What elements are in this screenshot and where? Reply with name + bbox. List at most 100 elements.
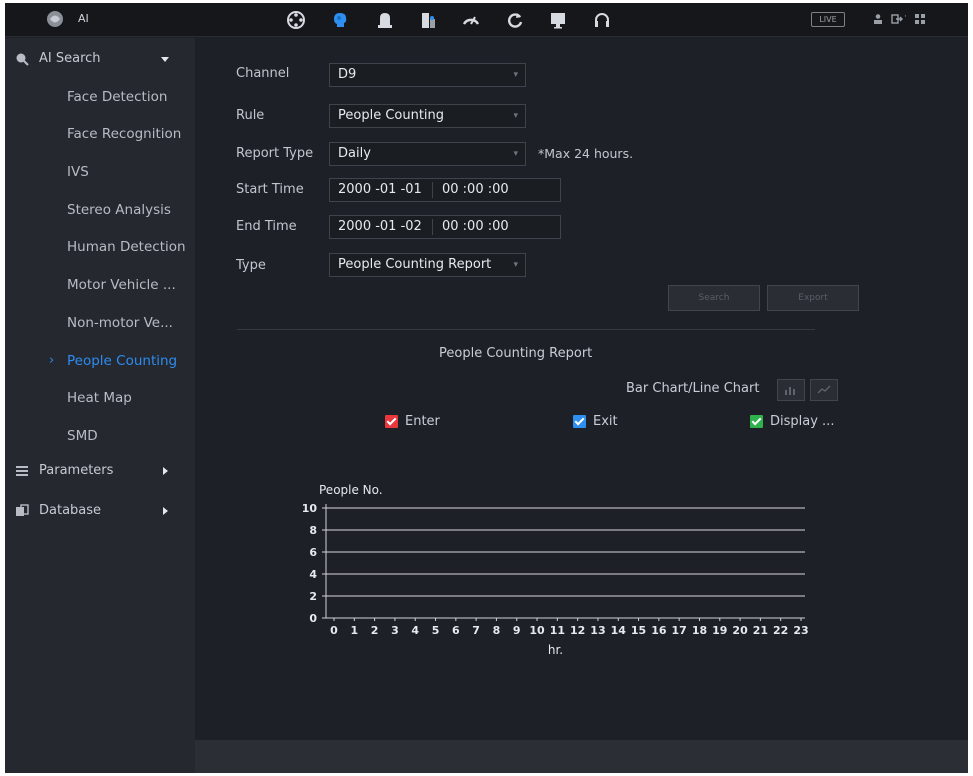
sidebar-item-face-detection[interactable]: Face Detection [5,80,195,116]
start-time-value: 00 :00 :00 [442,182,509,197]
field-separator [432,182,433,198]
field-separator [432,219,433,235]
sidebar-item-label: Non-motor Ve... [67,315,173,331]
type-value: People Counting Report [338,257,492,272]
type-label: Type [236,258,266,273]
legend-exit[interactable]: Exit [573,411,618,431]
x-tick-label: 14 [611,624,627,637]
sidebar-group-ai-search[interactable]: AI Search [5,46,195,72]
live-button[interactable]: LIVE [811,12,845,27]
ai-icon[interactable] [327,7,353,33]
end-time-label: End Time [236,219,297,234]
search-icon[interactable] [415,7,441,33]
account-icon[interactable] [872,13,884,25]
start-date-value: 2000 -01 -01 [338,182,422,197]
channel-value: D9 [338,67,357,82]
ai-logo-icon [47,11,63,27]
y-axis-label: People No. [319,483,383,497]
x-tick-label: 7 [472,624,480,637]
sidebar-group-label: Database [39,503,102,518]
sidebar-group-label: AI Search [39,51,101,66]
x-tick-label: 3 [391,624,399,637]
end-time-input[interactable]: 2000 -01 -02 00 :00 :00 [329,215,561,239]
export-button[interactable]: Export [767,285,859,311]
main-panel: Channel D9 ▾ Rule People Counting ▾ Repo… [195,38,968,738]
report-type-value: Daily [338,146,371,161]
chevron-down-icon: ▾ [513,70,518,80]
sidebar-group-database[interactable]: Database [5,498,195,524]
sidebar-item-motor-vehicle[interactable]: Motor Vehicle ... [5,268,195,304]
sidebar-item-label: People Counting [67,353,178,369]
legend-enter[interactable]: Enter [385,411,440,431]
x-tick-label: 8 [493,624,501,637]
chevron-down-icon: ▾ [513,111,518,121]
report-title: People Counting Report [439,346,593,361]
operation-icon[interactable] [458,7,484,33]
x-tick-label: 0 [330,624,338,637]
backup-icon[interactable] [502,7,528,33]
sidebar-item-smd[interactable]: SMD [5,419,195,455]
x-tick-label: 4 [411,624,419,637]
alarm-icon[interactable] [372,7,398,33]
checkbox-icon [385,414,398,428]
support-icon[interactable] [589,7,615,33]
sidebar-item-label: Human Detection [67,239,186,255]
divider [237,329,815,330]
playback-icon[interactable] [283,7,309,33]
sidebar-item-heat-map[interactable]: Heat Map [5,381,195,417]
x-tick-label: 16 [651,624,667,637]
x-tick-label: 9 [513,624,521,637]
people-counting-chart: People No.02468100 1 2 3 4 5 6 7 8 9 10 11 12 13 14 15 1… [302,483,809,657]
channel-select[interactable]: D9 ▾ [329,63,526,87]
x-tick-label: 22 [773,624,788,637]
sidebar-item-human-detection[interactable]: Human Detection [5,230,195,266]
ai-search-icon [16,53,29,66]
menu-icon[interactable] [914,13,926,25]
checkbox-icon [573,414,586,428]
rule-select[interactable]: People Counting ▾ [329,104,526,128]
x-tick-label: 20 [732,624,748,637]
chart-type-label: Bar Chart/Line Chart [626,381,760,396]
end-time-value: 00 :00 :00 [442,219,509,234]
caret-right-icon [163,467,168,475]
app-title: AI [78,12,89,25]
sidebar-item-ivs[interactable]: IVS [5,155,195,191]
line-chart-button[interactable] [810,379,838,401]
x-tick-label: 21 [753,624,768,637]
search-button[interactable]: Search [668,285,760,311]
legend-display[interactable]: Display ... [750,411,834,431]
report-hint: *Max 24 hours. [538,146,634,161]
x-tick-label: 2 [371,624,379,637]
sidebar: AI Search Face Detection Face Recognitio… [5,38,195,773]
bar-chart-button[interactable] [777,379,805,401]
x-tick-label: 19 [712,624,727,637]
sidebar-item-face-recognition[interactable]: Face Recognition [5,117,195,153]
bottom-bar [195,740,968,773]
sidebar-item-people-counting[interactable]: › People Counting [5,344,195,380]
sidebar-item-stereo-analysis[interactable]: Stereo Analysis [5,193,195,229]
report-type-select[interactable]: Daily ▾ [329,142,526,166]
legend-label: Enter [405,413,440,429]
top-bar: AI LIVE · [5,3,968,37]
chevron-down-icon: ▾ [513,149,518,159]
rule-value: People Counting [338,108,445,123]
logout-icon[interactable] [891,13,903,25]
y-tick-label: 4 [309,568,317,581]
sidebar-item-label: IVS [67,164,89,180]
database-icon [16,504,29,516]
sidebar-group-parameters[interactable]: Parameters [5,458,195,484]
type-select[interactable]: People Counting Report ▾ [329,253,526,277]
x-tick-label: 10 [529,624,545,637]
sidebar-item-label: Face Recognition [67,126,182,142]
y-tick-label: 10 [302,502,318,515]
y-tick-label: 8 [309,524,317,537]
y-tick-label: 6 [309,546,317,559]
chevron-down-icon: ▾ [513,260,518,270]
dropdown-dot-icon: · [904,12,907,22]
start-time-input[interactable]: 2000 -01 -01 00 :00 :00 [329,178,561,202]
channel-label: Channel [236,66,290,81]
sidebar-item-non-motor-vehicle[interactable]: Non-motor Ve... [5,306,195,342]
sidebar-item-label: Heat Map [67,390,132,406]
display-icon[interactable] [545,7,571,33]
caret-down-icon [161,57,169,62]
